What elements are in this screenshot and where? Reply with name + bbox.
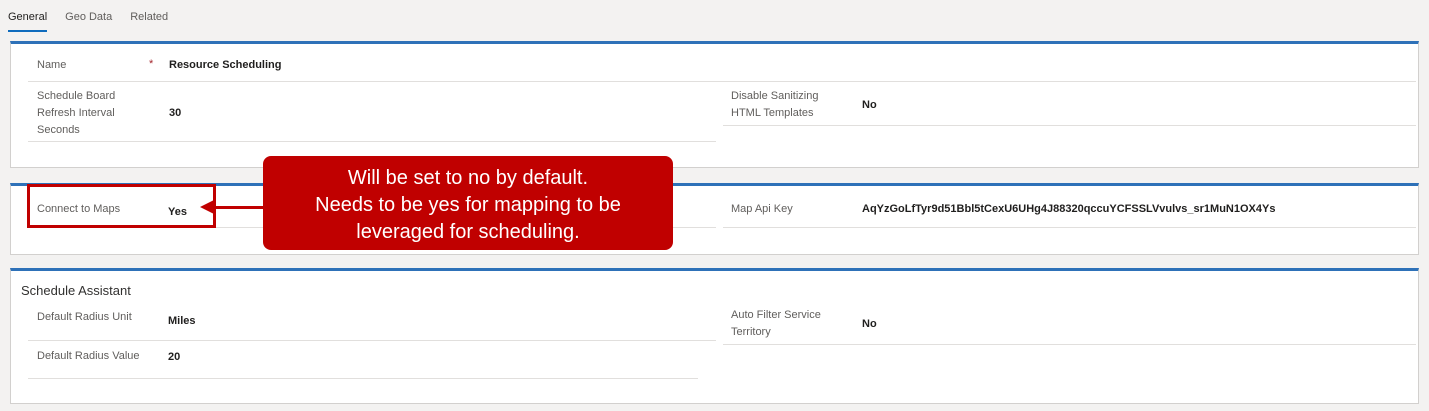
map-api-key-label: Map Api Key [731, 203, 793, 215]
required-indicator: * [149, 58, 154, 70]
refresh-interval-label-line-3: Seconds [37, 124, 80, 136]
auto-filter-label-line-2: Territory [731, 326, 771, 338]
annotation-callout: Will be set to no by default. Needs to b… [263, 156, 673, 250]
maps-section: Connect to Maps Yes Map Api Key AqYzGoLf… [10, 183, 1419, 255]
auto-filter-value[interactable]: No [862, 318, 877, 330]
disable-sanitizing-label-line-2: HTML Templates [731, 107, 814, 119]
refresh-interval-label: Schedule Board Refresh Interval Seconds [37, 88, 115, 139]
radius-value-label: Default Radius Value [37, 350, 140, 362]
refresh-interval-label-line-1: Schedule Board [37, 90, 116, 102]
general-section: Name * Resource Scheduling Schedule Boar… [10, 41, 1419, 168]
refresh-interval-field[interactable]: Schedule Board Refresh Interval Seconds … [28, 86, 716, 142]
callout-line-1: Will be set to no by default. [347, 166, 589, 189]
name-value[interactable]: Resource Scheduling [169, 59, 281, 71]
callout-arrow-line [214, 206, 264, 209]
radius-value-field[interactable]: Default Radius Value 20 [28, 343, 698, 379]
map-api-key-field[interactable]: Map Api Key AqYzGoLfTyr9d51Bbl5tCexU6UHg… [723, 190, 1416, 228]
callout-line-2: Needs to be yes for mapping to be [315, 193, 621, 216]
refresh-interval-value[interactable]: 30 [169, 107, 181, 119]
map-api-key-value[interactable]: AqYzGoLfTyr9d51Bbl5tCexU6UHg4J88320qccuY… [862, 203, 1275, 215]
tab-related[interactable]: Related [130, 10, 168, 34]
tab-general[interactable]: General [8, 10, 48, 34]
name-field[interactable]: Name * Resource Scheduling [28, 50, 1416, 82]
callout-line-3: leveraged for scheduling. [356, 220, 580, 243]
disable-sanitizing-label: Disable Sanitizing HTML Templates [731, 88, 818, 122]
callout-arrow-icon [200, 199, 216, 215]
name-label: Name [37, 59, 67, 71]
disable-sanitizing-value[interactable]: No [862, 99, 877, 111]
radius-value-value[interactable]: 20 [168, 351, 180, 363]
auto-filter-label: Auto Filter Service Territory [731, 307, 821, 341]
refresh-interval-label-line-2: Refresh Interval [37, 107, 115, 119]
disable-sanitizing-label-line-1: Disable Sanitizing [731, 90, 819, 102]
schedule-assistant-section: Schedule Assistant Default Radius Unit M… [10, 268, 1419, 404]
radius-unit-field[interactable]: Default Radius Unit Miles [28, 305, 716, 341]
section-title: Schedule Assistant [21, 283, 131, 298]
radius-unit-label: Default Radius Unit [37, 311, 132, 323]
tab-bar: General Geo Data Related [8, 10, 168, 34]
auto-filter-label-line-1: Auto Filter Service [731, 309, 821, 321]
radius-unit-value[interactable]: Miles [168, 315, 196, 327]
auto-filter-field[interactable]: Auto Filter Service Territory No [723, 305, 1416, 345]
disable-sanitizing-field[interactable]: Disable Sanitizing HTML Templates No [723, 86, 1416, 126]
tab-geo-data[interactable]: Geo Data [65, 10, 112, 34]
highlight-box [27, 184, 216, 228]
